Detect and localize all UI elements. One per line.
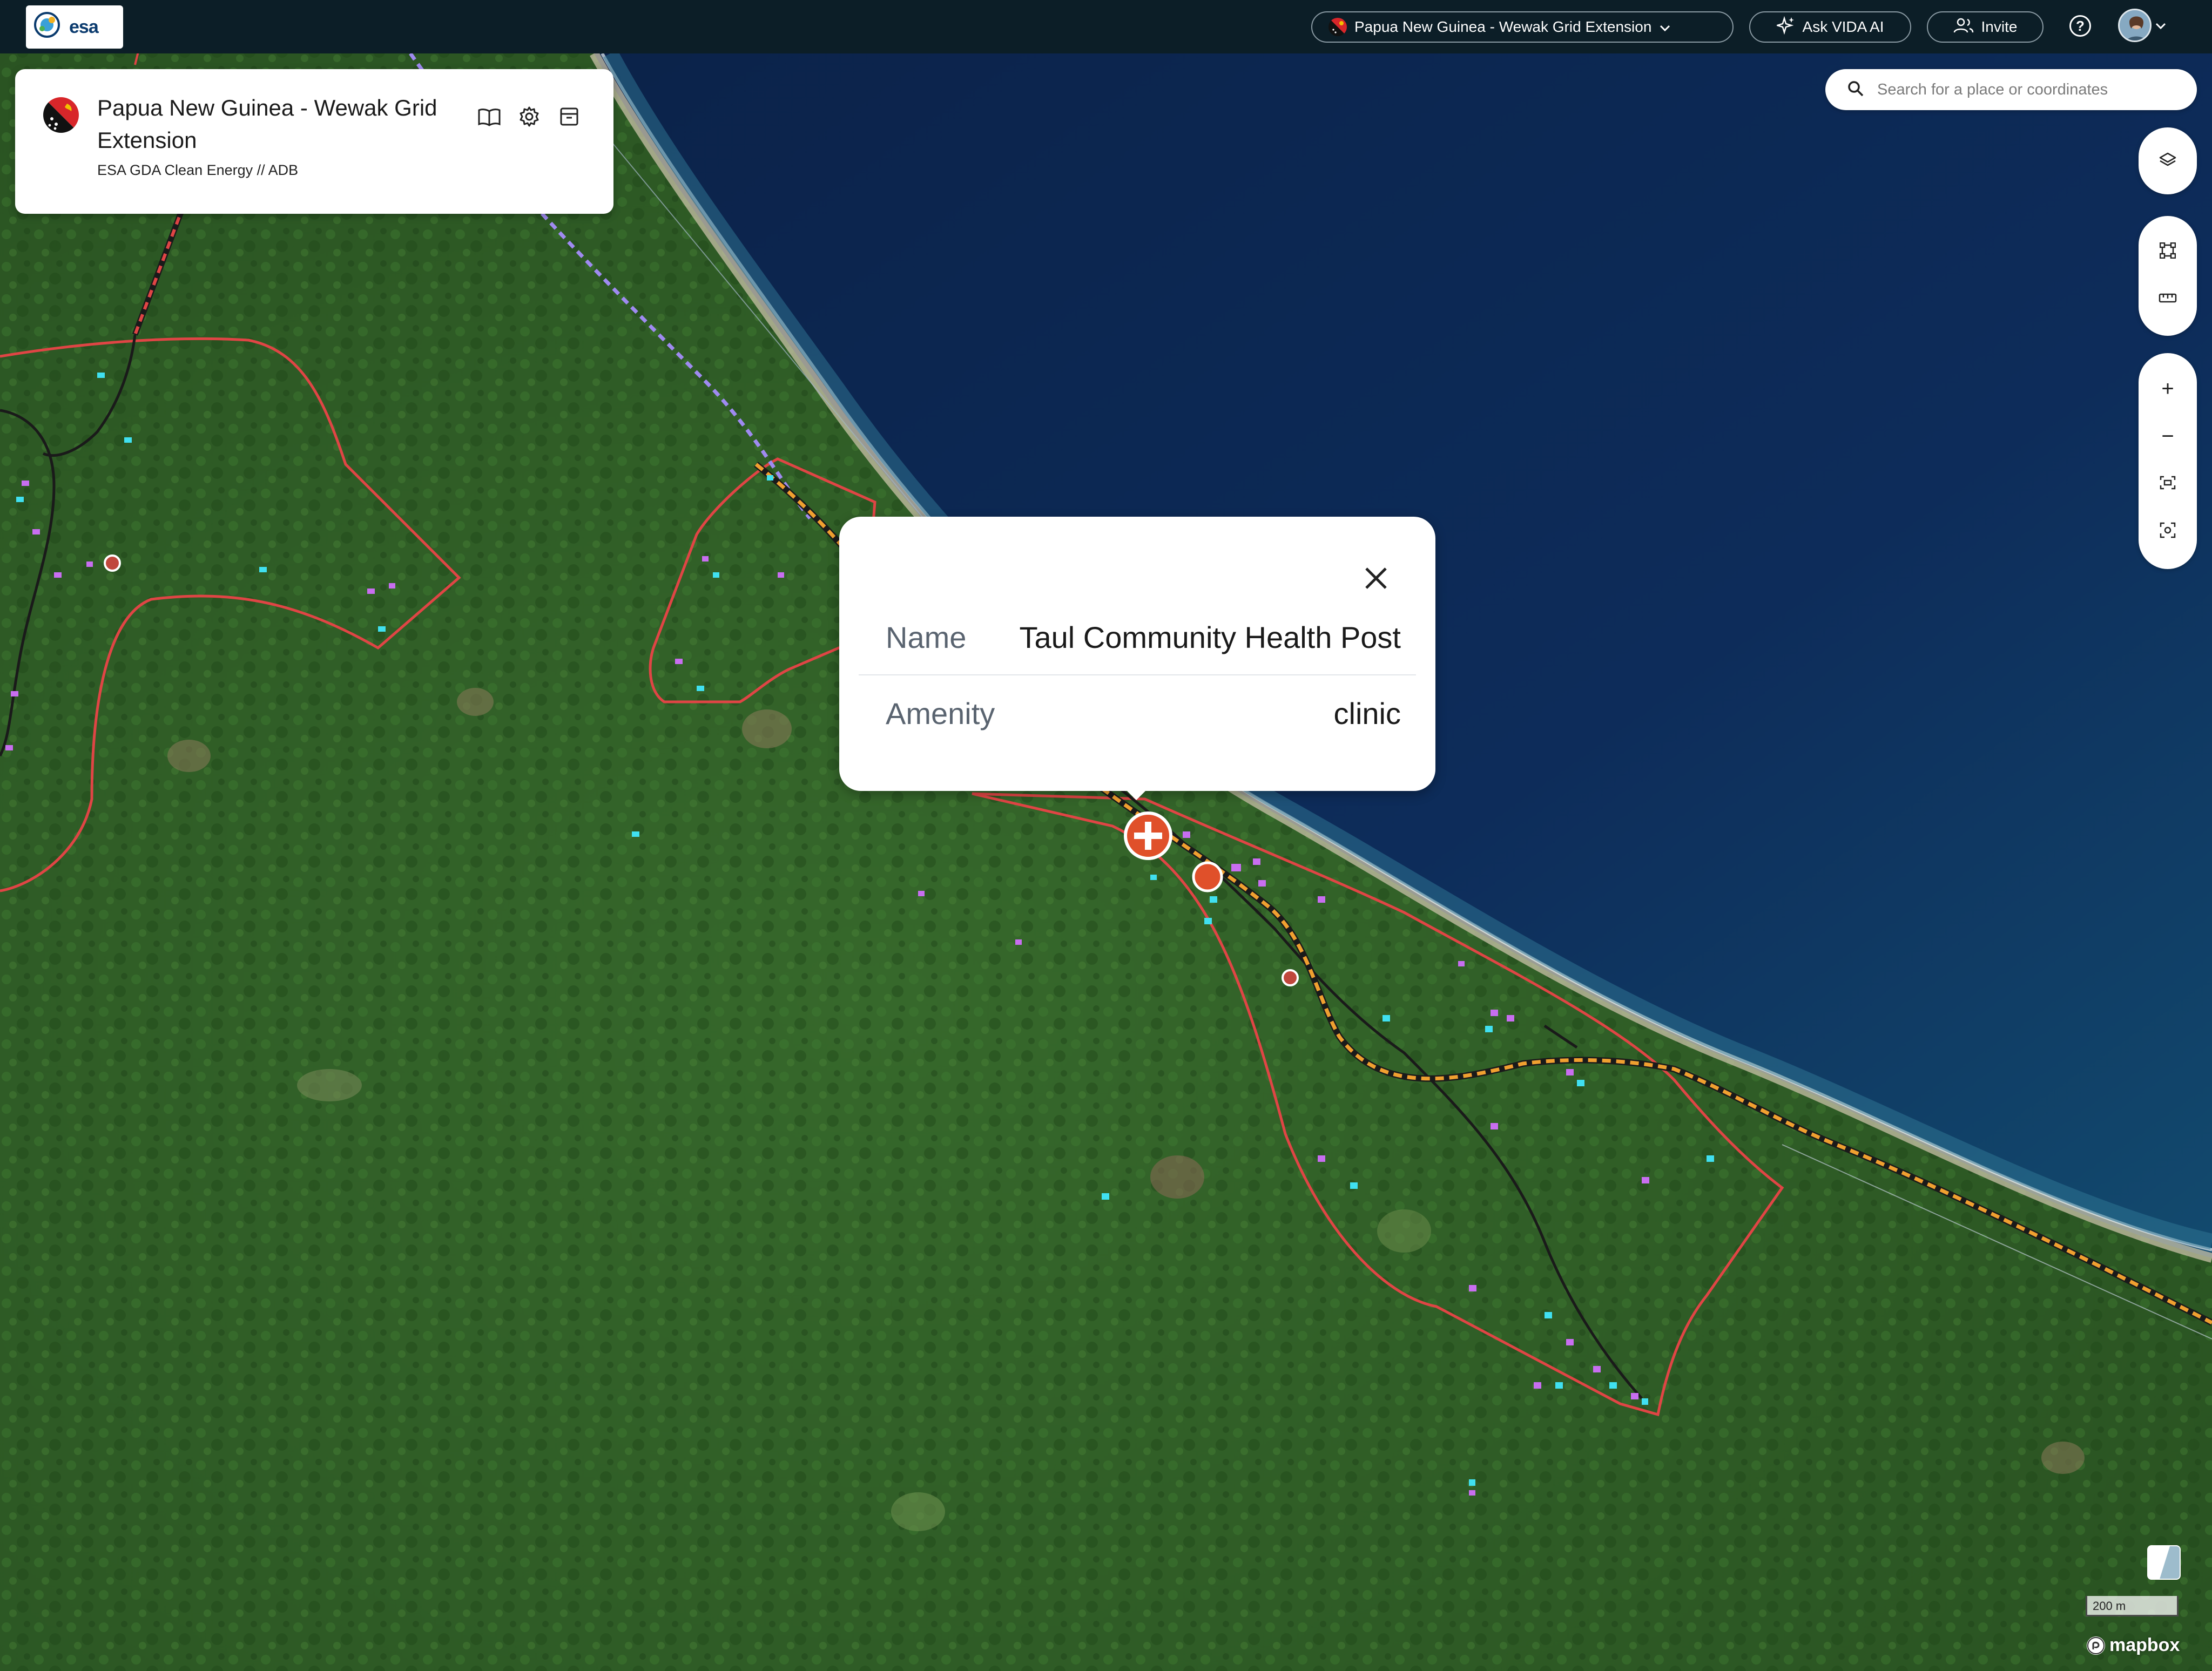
- ruler-icon: [2159, 292, 2177, 307]
- archive-icon[interactable]: [555, 103, 583, 131]
- ask-ai-button[interactable]: Ask VIDA AI: [1749, 11, 1911, 43]
- place-search[interactable]: [1825, 69, 2197, 110]
- satellite-basemap: [0, 0, 2212, 1671]
- zoom-out-button[interactable]: −: [2139, 412, 2197, 460]
- locate-button[interactable]: [2139, 508, 2197, 555]
- feature-popup: Name Taul Community Health Post Amenity …: [839, 517, 1435, 791]
- fit-bounds-button[interactable]: [2139, 460, 2197, 508]
- minus-icon: −: [2161, 424, 2174, 448]
- project-subtitle: ESA GDA Clean Energy // ADB: [97, 162, 299, 178]
- secondary-clinic-marker: [1192, 861, 1223, 892]
- basemap-toggle[interactable]: [2147, 1545, 2181, 1580]
- selected-clinic-marker: [1124, 811, 1172, 860]
- user-avatar[interactable]: [2118, 9, 2152, 42]
- layers-button[interactable]: [2139, 137, 2197, 185]
- project-selector-label: Papua New Guinea - Wewak Grid Extension: [1354, 18, 1652, 35]
- popup-row-name: Name Taul Community Health Post: [859, 600, 1416, 675]
- popup-pointer: [1123, 787, 1149, 800]
- avatar-chevron-icon[interactable]: [2155, 16, 2167, 33]
- popup-row-amenity: Amenity clinic: [859, 675, 1416, 751]
- layers-control: [2139, 127, 2197, 194]
- ask-ai-label: Ask VIDA AI: [1802, 18, 1884, 35]
- locate-icon: [2160, 522, 2176, 541]
- gear-icon[interactable]: [515, 103, 543, 131]
- invite-label: Invite: [1981, 18, 2018, 35]
- mapbox-label: mapbox: [2109, 1635, 2180, 1655]
- project-selector[interactable]: Papua New Guinea - Wewak Grid Extension: [1311, 11, 1734, 43]
- map-canvas[interactable]: [0, 0, 2212, 1671]
- project-title: Papua New Guinea - Wewak Grid Extension: [97, 95, 437, 153]
- popup-value: clinic: [1333, 696, 1401, 730]
- png-flag-icon: [1328, 18, 1347, 36]
- close-button[interactable]: [1360, 562, 1392, 594]
- plus-icon: +: [2161, 376, 2174, 401]
- chevron-down-icon: [1659, 18, 1671, 36]
- zoom-control: + −: [2139, 353, 2197, 569]
- png-flag-icon: [43, 97, 79, 133]
- top-bar: esa Papua New Guinea - Wewak Grid Extens…: [0, 0, 2212, 53]
- help-icon[interactable]: ?: [2069, 15, 2091, 37]
- project-info-card: Papua New Guinea - Wewak Grid Extension …: [15, 69, 613, 214]
- popup-key: Name: [886, 620, 967, 654]
- mapbox-logo[interactable]: mapbox: [2087, 1635, 2180, 1656]
- invite-button[interactable]: Invite: [1927, 11, 2044, 43]
- users-icon: [1953, 17, 1974, 37]
- measure-button[interactable]: [2139, 275, 2197, 323]
- popup-key: Amenity: [886, 696, 995, 730]
- book-icon[interactable]: [475, 103, 503, 131]
- search-icon: [1847, 80, 1864, 100]
- popup-value: Taul Community Health Post: [1019, 620, 1401, 654]
- draw-tools-control: [2139, 216, 2197, 336]
- layers-icon: [2159, 151, 2176, 171]
- polygon-select-icon: [2159, 242, 2176, 261]
- mapbox-icon: [2087, 1636, 2105, 1655]
- zoom-in-button[interactable]: +: [2139, 365, 2197, 412]
- fit-bounds-icon: [2160, 476, 2176, 492]
- draw-polygon-button[interactable]: [2139, 228, 2197, 275]
- gda-globe-icon: [30, 10, 64, 44]
- search-input[interactable]: [1877, 80, 2158, 99]
- esa-wordmark: esa: [69, 16, 99, 37]
- close-icon: [1360, 567, 1392, 597]
- scale-bar: 200 m: [2086, 1596, 2179, 1616]
- sparkle-icon: [1775, 16, 1795, 38]
- esa-gda-logo[interactable]: esa: [26, 5, 123, 49]
